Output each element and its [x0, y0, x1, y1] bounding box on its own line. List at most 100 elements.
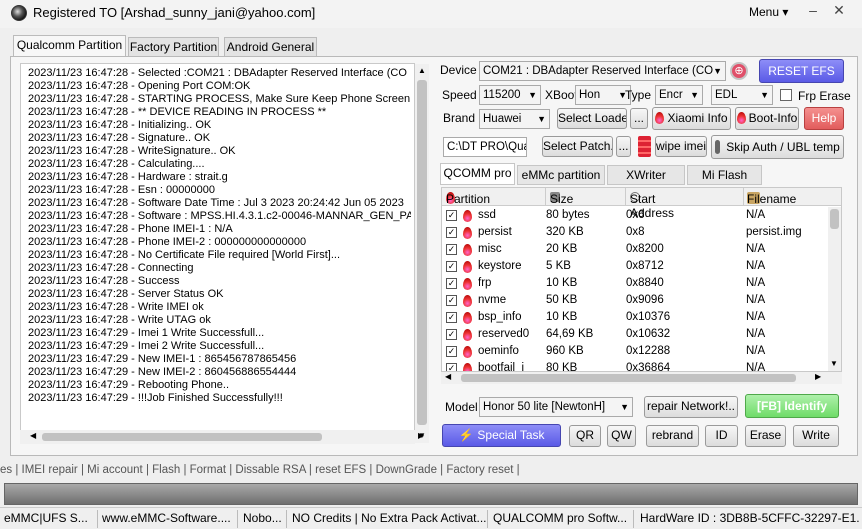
erase-button[interactable]: Erase [745, 425, 786, 447]
speed-select[interactable]: 115200 ▼ [479, 85, 541, 105]
log-line: 2023/11/23 16:47:28 - Software : MPSS.HI… [28, 210, 411, 222]
partition-filename: N/A [746, 243, 766, 255]
dropdown-arrow-icon: ▼ [760, 90, 769, 100]
patch-browse-button[interactable]: ... [616, 136, 631, 157]
dropdown-arrow-icon: ▼ [537, 114, 546, 124]
reset-efs-button[interactable]: RESET EFS [759, 59, 844, 83]
log-hscroll-thumb[interactable] [42, 433, 322, 441]
tab-factory-partition[interactable]: Factory Partition [128, 37, 219, 57]
partition-name: misc [478, 243, 502, 255]
wipe-imei-button[interactable]: wipe imei [655, 136, 707, 157]
caret-down-icon: ▾ [782, 5, 789, 19]
log-output[interactable]: 2023/11/23 16:47:28 - Selected :COM21 : … [20, 63, 415, 443]
row-checkbox[interactable]: ✓ [446, 227, 457, 238]
partition-table[interactable]: Partition Size Start Address Filename ✓ s… [441, 187, 842, 372]
log-line: 2023/11/23 16:47:28 - Initializing.. OK [28, 119, 212, 131]
minimize-button[interactable]: – [804, 2, 822, 20]
mode-select[interactable]: EDL ▼ [711, 85, 773, 105]
device-select[interactable]: COM21 : DBAdapter Reserved Interface (CO… [479, 61, 726, 81]
table-row[interactable]: ✓ reserved0 64,69 KB 0x10632 N/A [442, 326, 828, 343]
scroll-left-icon[interactable]: ◀ [445, 372, 451, 381]
table-scroll-thumb[interactable] [830, 209, 839, 229]
log-line: 2023/11/23 16:47:29 - New IMEI-1 : 86545… [28, 353, 297, 365]
patch-path-field[interactable]: C:\DT PRO\Qua [443, 137, 527, 157]
table-row[interactable]: ✓ oeminfo 960 KB 0x12288 N/A [442, 343, 828, 360]
close-button[interactable]: ✕ [830, 2, 848, 20]
type-select[interactable]: Encr ▼ [655, 85, 703, 105]
flame-icon [736, 112, 746, 124]
refresh-ports-icon[interactable]: ⊕ [730, 62, 748, 80]
log-vertical-scrollbar[interactable]: ▲ ▼ [415, 64, 429, 443]
table-row[interactable]: ✓ nvme 50 KB 0x9096 N/A [442, 292, 828, 309]
menu-button[interactable]: Menu ▾ [749, 5, 788, 19]
row-checkbox[interactable]: ✓ [446, 363, 457, 371]
qw-button[interactable]: QW [607, 425, 636, 447]
log-line: 2023/11/23 16:47:28 - Phone IMEI-2 : 000… [28, 236, 307, 248]
flame-icon [463, 346, 472, 358]
xboot-select[interactable]: Hon ▼ [575, 85, 631, 105]
brand-select[interactable]: Huawei ▼ [479, 109, 550, 129]
table-row[interactable]: ✓ frp 10 KB 0x8840 N/A [442, 275, 828, 292]
log-line: 2023/11/23 16:47:29 - !!!Job Finished Su… [28, 392, 283, 404]
select-loader-button[interactable]: Select Loader [557, 108, 627, 129]
id-button[interactable]: ID [705, 425, 738, 447]
partition-name: persist [478, 226, 512, 238]
partition-filename: N/A [746, 277, 766, 289]
fb-identify-button[interactable]: [FB] Identify [745, 394, 839, 418]
table-vertical-scrollbar[interactable]: ▲ ▼ [828, 207, 841, 371]
log-scroll-thumb[interactable] [417, 80, 427, 425]
partition-size: 5 KB [546, 260, 571, 272]
tab-android-general[interactable]: Android General [224, 37, 317, 57]
scroll-down-icon[interactable]: ▼ [830, 359, 838, 368]
row-checkbox[interactable]: ✓ [446, 346, 457, 357]
row-checkbox[interactable]: ✓ [446, 295, 457, 306]
row-checkbox[interactable]: ✓ [446, 278, 457, 289]
scroll-left-icon[interactable]: ◀ [30, 431, 36, 440]
title-bar: Registered TO [Arshad_sunny_jani@yahoo.c… [0, 0, 862, 28]
loader-browse-button[interactable]: ... [630, 108, 648, 129]
table-row[interactable]: ✓ bsp_info 10 KB 0x10376 N/A [442, 309, 828, 326]
table-row[interactable]: ✓ ssd 80 bytes 0x6 N/A [442, 207, 828, 224]
row-checkbox[interactable]: ✓ [446, 261, 457, 272]
scroll-right-icon[interactable]: ▶ [418, 431, 424, 440]
log-horizontal-scrollbar[interactable]: ◀ ▶ [20, 430, 424, 444]
frp-erase-checkbox[interactable] [780, 89, 792, 101]
row-checkbox[interactable]: ✓ [446, 312, 457, 323]
table-row[interactable]: ✓ misc 20 KB 0x8200 N/A [442, 241, 828, 258]
flame-icon [463, 278, 472, 290]
partition-filename: N/A [746, 362, 766, 372]
scroll-right-icon[interactable]: ▶ [815, 372, 821, 381]
status-software: QUALCOMM pro Softw... [493, 511, 628, 525]
help-button[interactable]: Help [804, 107, 844, 130]
table-horizontal-scrollbar[interactable]: ◀ ▶ [441, 372, 842, 384]
partition-size: 50 KB [546, 294, 578, 306]
thermometer-icon [715, 140, 721, 154]
boot-info-button[interactable]: Boot-Info [735, 107, 799, 130]
row-checkbox[interactable]: ✓ [446, 329, 457, 340]
tab-xwriter[interactable]: XWriter [607, 165, 685, 185]
status-website[interactable]: www.eMMC-Software.... [102, 511, 236, 527]
table-row[interactable]: ✓ bootfail_i 80 KB 0x36864 N/A [442, 360, 828, 372]
tab-mi-flash[interactable]: Mi Flash [687, 165, 762, 185]
xiaomi-info-button[interactable]: Xiaomi Info [652, 107, 731, 130]
select-patch-button[interactable]: Select Patch.. [542, 136, 613, 157]
tab-qcomm-pro[interactable]: QCOMM pro [440, 163, 515, 185]
repair-network-button[interactable]: repair Network!.. [644, 396, 738, 418]
flame-icon [463, 261, 472, 273]
skip-auth-button[interactable]: Skip Auth / UBL temp [711, 135, 844, 159]
status-storage: eMMC|UFS S... [4, 511, 88, 525]
write-button[interactable]: Write [793, 425, 839, 447]
flame-icon [655, 112, 665, 124]
qr-button[interactable]: QR [569, 425, 601, 447]
table-row[interactable]: ✓ persist 320 KB 0x8 persist.img [442, 224, 828, 241]
table-hscroll-thumb[interactable] [461, 374, 796, 382]
scroll-up-icon[interactable]: ▲ [418, 66, 426, 75]
row-checkbox[interactable]: ✓ [446, 244, 457, 255]
row-checkbox[interactable]: ✓ [446, 210, 457, 221]
table-row[interactable]: ✓ keystore 5 KB 0x8712 N/A [442, 258, 828, 275]
tab-qualcomm-partition[interactable]: Qualcomm Partition [13, 35, 126, 58]
model-select[interactable]: Honor 50 lite [NewtonH] ▼ [479, 397, 633, 417]
special-task-button[interactable]: ⚡ Special Task [442, 424, 561, 447]
tab-emmc-partition[interactable]: eMMc partition [517, 165, 605, 185]
rebrand-button[interactable]: rebrand [646, 425, 699, 447]
